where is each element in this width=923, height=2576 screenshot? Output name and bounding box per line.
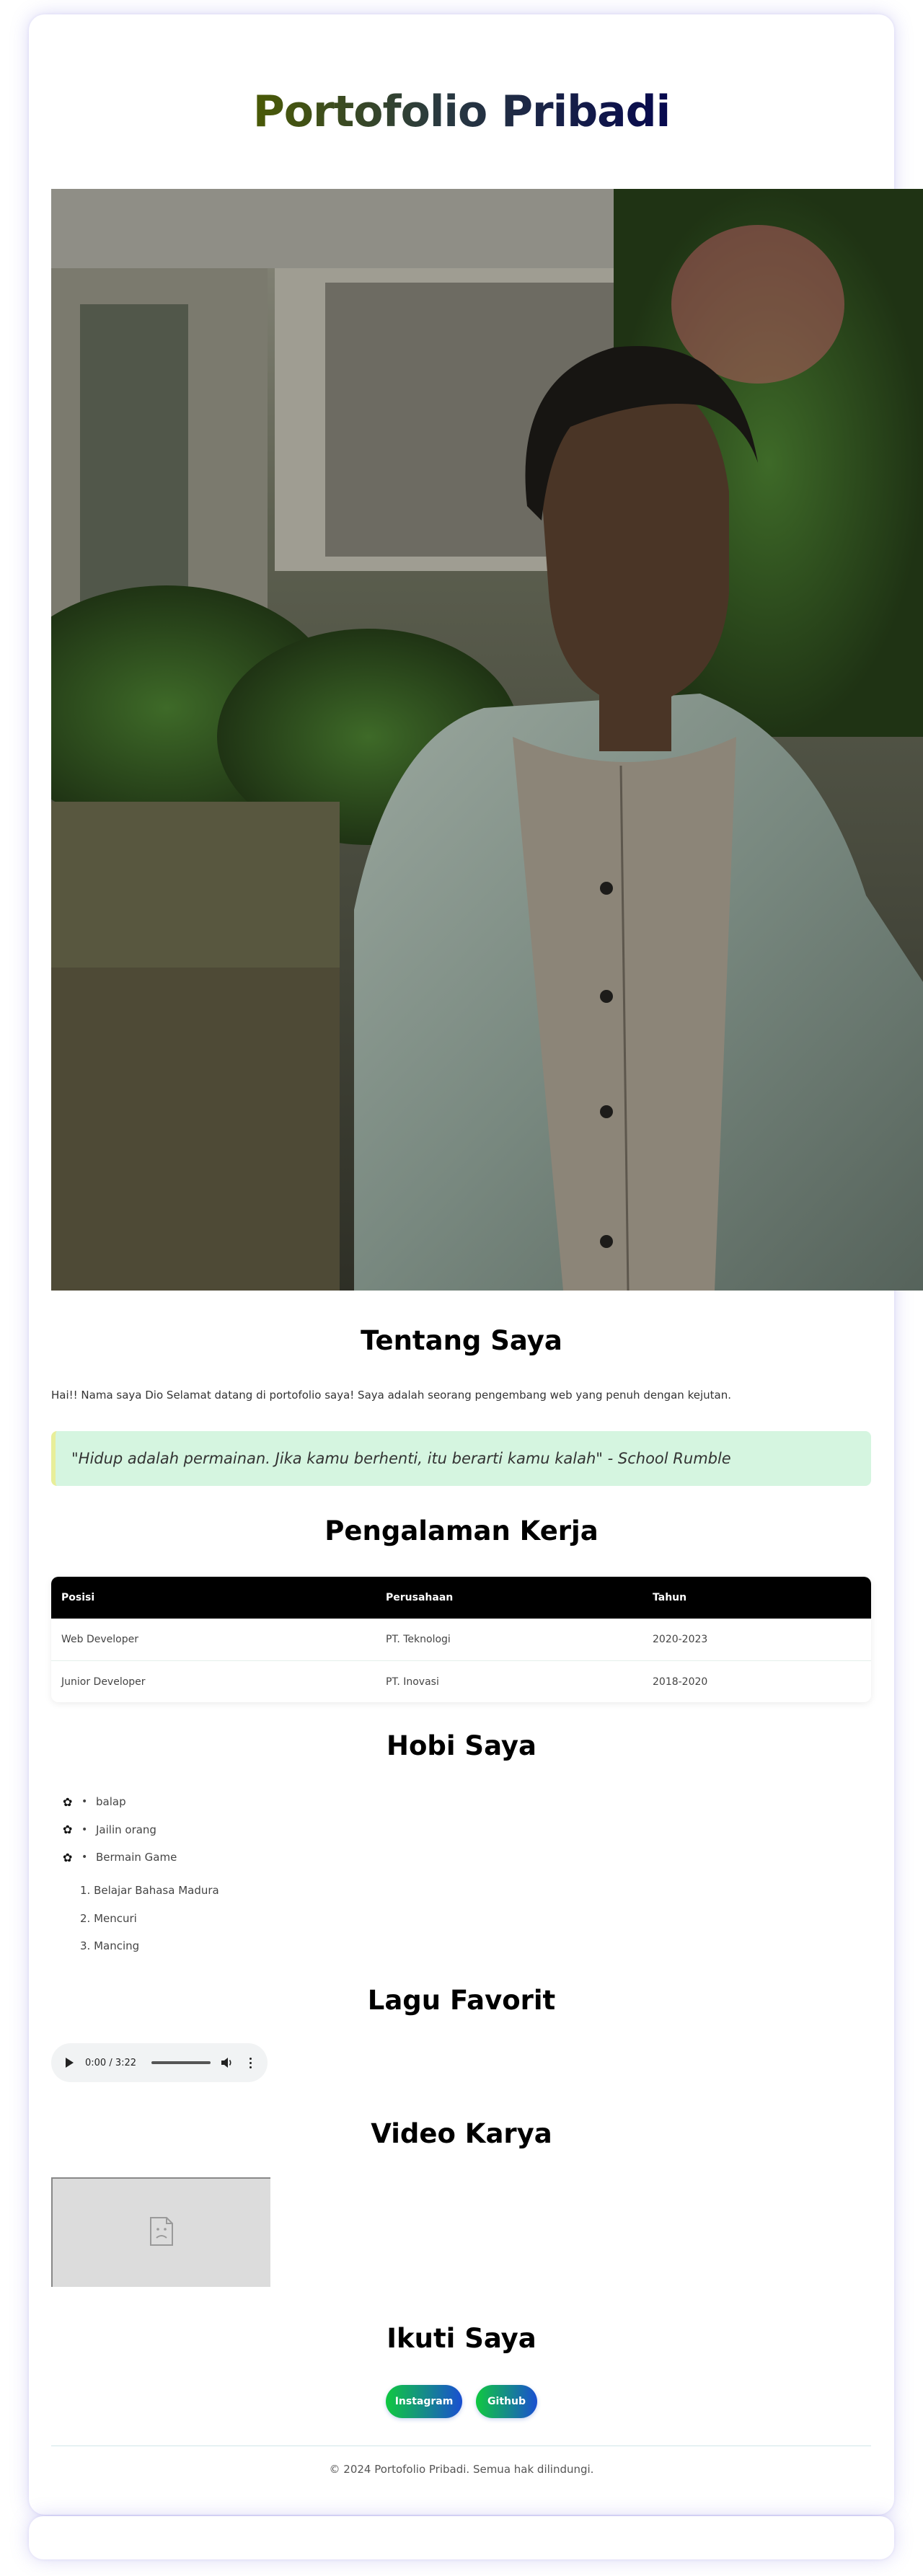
table-cell: 2020-2023 (653, 1634, 708, 1645)
audio-time: 0:00 / 3:22 (85, 2057, 137, 2068)
hobby-label: Bermain Game (96, 1851, 177, 1864)
hobby-label: Jailin orang (96, 1823, 156, 1836)
github-button[interactable]: Github (476, 2385, 537, 2418)
column-header-tahun: Tahun (653, 1592, 687, 1603)
footer-text: © 2024 Portofolio Pribadi. Semua hak dil… (329, 2463, 594, 2476)
table-cell: PT. Inovasi (386, 1676, 439, 1688)
bullet-icon: • (81, 1851, 88, 1864)
music-heading: Lagu Favorit (367, 1985, 556, 2016)
audio-player[interactable]: 0:00 / 3:22 (51, 2043, 268, 2082)
hobbies-heading: Hobi Saya (387, 1730, 536, 1761)
flower-icon: ✿ (63, 1850, 73, 1864)
table-cell: Junior Developer (61, 1676, 146, 1688)
list-item: ✿ • Jailin orang (63, 1816, 177, 1844)
table-row: Junior Developer PT. Inovasi 2018-2020 (51, 1660, 871, 1702)
table-cell: PT. Teknologi (386, 1634, 451, 1645)
experience-heading: Pengalaman Kerja (324, 1515, 599, 1546)
audio-progress-bar[interactable] (151, 2061, 211, 2064)
flower-icon: ✿ (63, 1794, 73, 1809)
list-item: ✿ • balap (63, 1788, 177, 1816)
list-item: 1. Belajar Bahasa Madura (80, 1884, 219, 1898)
quote-block: "Hidup adalah permainan. Jika kamu berhe… (51, 1431, 871, 1486)
list-item: ✿ • Bermain Game (63, 1844, 177, 1872)
table-cell: Web Developer (61, 1634, 138, 1645)
column-header-perusahaan: Perusahaan (386, 1592, 454, 1603)
list-item: 2. Mencuri (80, 1911, 137, 1925)
column-header-posisi: Posisi (61, 1592, 95, 1603)
social-links: Instagram Github (0, 2385, 923, 2418)
list-item: 3. Mancing (80, 1939, 140, 1953)
about-heading: Tentang Saya (361, 1325, 562, 1356)
experience-table: Posisi Perusahaan Tahun Web Developer PT… (51, 1577, 871, 1702)
hobby-label: balap (96, 1795, 126, 1809)
table-header: Posisi Perusahaan Tahun (51, 1577, 871, 1619)
flower-icon: ✿ (63, 1823, 73, 1837)
about-text: Hai!! Nama saya Dio Selamat datang di po… (51, 1389, 731, 1402)
secondary-card (29, 2516, 894, 2559)
page-title: Portofolio Pribadi (252, 87, 671, 137)
video-heading: Video Karya (371, 2118, 552, 2149)
video-player[interactable] (51, 2177, 270, 2287)
table-cell: 2018-2020 (653, 1676, 708, 1688)
bullet-icon: • (81, 1796, 88, 1808)
ordered-hobby-list: 1. Belajar Bahasa Madura 2. Mencuri 3. M… (80, 1877, 219, 1960)
volume-icon[interactable] (221, 2057, 235, 2068)
bullet-icon: • (81, 1823, 88, 1836)
table-row: Web Developer PT. Teknologi 2020-2023 (51, 1619, 871, 1660)
more-options-icon[interactable] (249, 2057, 252, 2068)
play-icon[interactable] (66, 2058, 74, 2068)
broken-image-icon (149, 2216, 174, 2249)
social-heading: Ikuti Saya (387, 2323, 536, 2354)
profile-photo (51, 189, 923, 1291)
hobby-list: ✿ • balap ✿ • Jailin orang ✿ • Bermain Game (63, 1788, 177, 1872)
instagram-button[interactable]: Instagram (386, 2385, 462, 2418)
